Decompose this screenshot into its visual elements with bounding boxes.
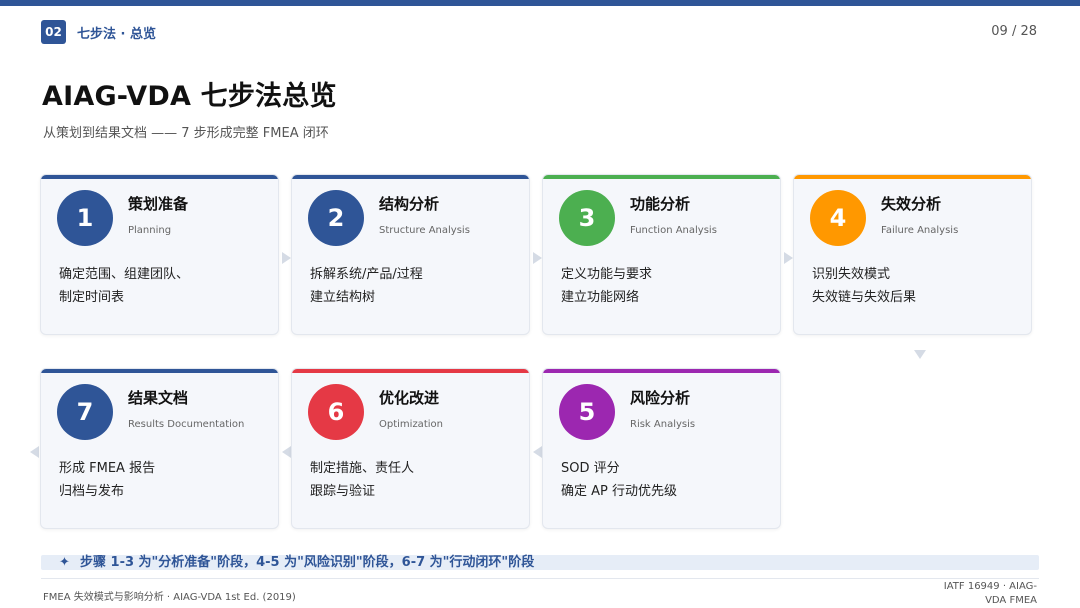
top-accent-bar xyxy=(0,0,1080,6)
step-english-title: Planning xyxy=(128,225,172,236)
footer-standard-line: IATF 16949 · AIAG- xyxy=(943,581,1037,592)
step-card-4: 4 失效分析 Failure Analysis 识别失效模式 失效链与失效后果 xyxy=(793,174,1032,335)
step-description: 拆解系统/产品/过程 建立结构树 xyxy=(310,263,423,309)
card-accent-bar xyxy=(41,175,278,179)
step-english-title: Optimization xyxy=(379,419,443,430)
step-card-3: 3 功能分析 Function Analysis 定义功能与要求 建立功能网络 xyxy=(542,174,781,335)
page-title: AIAG-VDA 七步法总览 xyxy=(42,81,337,112)
step-description-line: 制定时间表 xyxy=(59,290,125,305)
footer-standard-line: VDA FMEA xyxy=(985,595,1037,606)
step-english-title: Failure Analysis xyxy=(881,225,959,236)
step-card-6: 6 优化改进 Optimization 制定措施、责任人 跟踪与验证 xyxy=(291,368,530,529)
step-description-line: 确定范围、组建团队、 xyxy=(59,267,190,282)
footer-standard: IATF 16949 · AIAG- VDA FMEA xyxy=(927,580,1037,608)
step-title: 失效分析 xyxy=(881,195,942,213)
step-title: 结果文档 xyxy=(128,389,189,407)
step-description-line: 跟踪与验证 xyxy=(310,484,376,499)
section-title: 七步法 · 总览 xyxy=(77,27,156,42)
step-card-5: 5 风险分析 Risk Analysis SOD 评分 确定 AP 行动优先级 xyxy=(542,368,781,529)
step-description-line: 确定 AP 行动优先级 xyxy=(561,484,677,499)
step-description: SOD 评分 确定 AP 行动优先级 xyxy=(561,457,677,503)
step-description: 形成 FMEA 报告 归档与发布 xyxy=(59,457,155,503)
step-number-circle: 6 xyxy=(308,384,364,440)
arrow-right-icon xyxy=(282,252,291,264)
card-accent-bar xyxy=(794,175,1031,179)
step-title: 优化改进 xyxy=(379,389,440,407)
sparkle-icon: ✦ xyxy=(59,555,70,570)
step-title: 风险分析 xyxy=(630,389,691,407)
section-number-badge: 02 xyxy=(41,20,66,44)
step-card-1: 1 策划准备 Planning 确定范围、组建团队、 制定时间表 xyxy=(40,174,279,335)
step-description-line: 拆解系统/产品/过程 xyxy=(310,267,423,282)
step-english-title: Risk Analysis xyxy=(630,419,696,430)
summary-note-text: 步骤 1-3 为"分析准备"阶段，4-5 为"风险识别"阶段，6-7 为"行动闭… xyxy=(80,555,535,570)
card-accent-bar xyxy=(292,369,529,373)
step-description-line: 建立结构树 xyxy=(310,290,376,305)
step-description-line: 形成 FMEA 报告 xyxy=(59,461,156,476)
step-description-line: SOD 评分 xyxy=(561,461,620,476)
arrow-right-icon xyxy=(533,252,542,264)
step-english-title: Structure Analysis xyxy=(379,225,470,236)
step-number-circle: 7 xyxy=(57,384,113,440)
arrow-left-icon xyxy=(533,446,542,458)
step-description-line: 定义功能与要求 xyxy=(561,267,653,282)
page-number: 09 / 28 xyxy=(991,24,1037,39)
page-subtitle: 从策划到结果文档 —— 7 步形成完整 FMEA 闭环 xyxy=(43,126,329,141)
footer-source: FMEA 失效模式与影响分析 · AIAG-VDA 1st Ed. (2019) xyxy=(43,592,296,603)
card-accent-bar xyxy=(292,175,529,179)
step-card-7: 7 结果文档 Results Documentation 形成 FMEA 报告 … xyxy=(40,368,279,529)
step-number-circle: 4 xyxy=(810,190,866,246)
card-accent-bar xyxy=(41,369,278,373)
step-description: 确定范围、组建团队、 制定时间表 xyxy=(59,263,189,309)
step-description-line: 建立功能网络 xyxy=(561,290,640,305)
arrow-down-icon xyxy=(914,350,926,359)
step-description: 识别失效模式 失效链与失效后果 xyxy=(812,263,916,309)
step-title: 结构分析 xyxy=(379,195,440,213)
step-number-circle: 3 xyxy=(559,190,615,246)
step-english-title: Function Analysis xyxy=(630,225,717,236)
step-number-circle: 5 xyxy=(559,384,615,440)
arrow-right-icon xyxy=(784,252,793,264)
step-card-2: 2 结构分析 Structure Analysis 拆解系统/产品/过程 建立结… xyxy=(291,174,530,335)
card-accent-bar xyxy=(543,369,780,373)
arrow-left-icon xyxy=(30,446,39,458)
step-description-line: 制定措施、责任人 xyxy=(310,461,415,476)
step-description: 制定措施、责任人 跟踪与验证 xyxy=(310,457,414,503)
footer-divider xyxy=(41,578,1039,579)
step-description-line: 识别失效模式 xyxy=(812,267,891,282)
step-title: 策划准备 xyxy=(128,195,189,213)
arrow-left-icon xyxy=(282,446,291,458)
step-description: 定义功能与要求 建立功能网络 xyxy=(561,263,652,309)
step-description-line: 失效链与失效后果 xyxy=(812,290,917,305)
card-accent-bar xyxy=(543,175,780,179)
step-english-title: Results Documentation xyxy=(128,419,245,430)
step-description-line: 归档与发布 xyxy=(59,484,125,499)
step-number-circle: 1 xyxy=(57,190,113,246)
step-number-circle: 2 xyxy=(308,190,364,246)
step-title: 功能分析 xyxy=(630,195,691,213)
